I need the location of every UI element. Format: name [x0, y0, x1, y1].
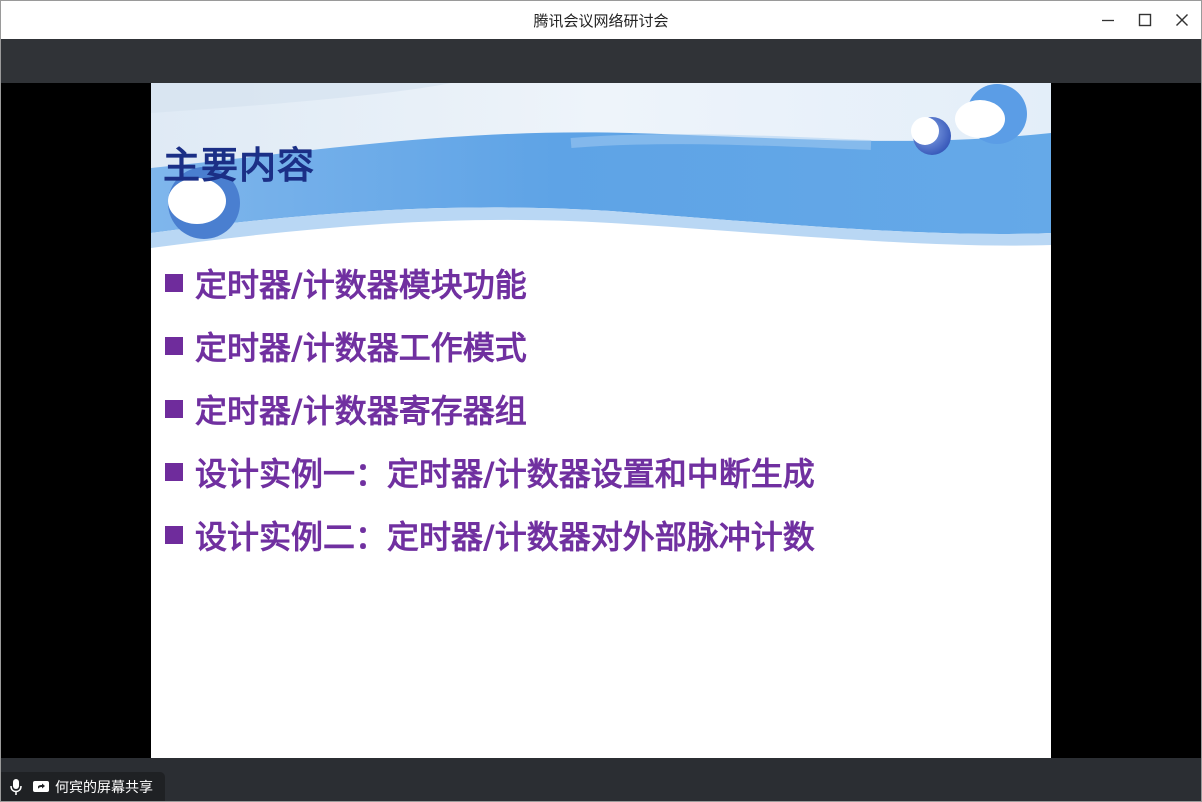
bullet-text: 设计实例二：定时器/计数器对外部脉冲计数: [195, 517, 815, 556]
close-button[interactable]: [1163, 1, 1201, 39]
bullet-text: 设计实例一：定时器/计数器设置和中断生成: [195, 454, 815, 493]
bottom-status-bar: 何宾的屏幕共享: [1, 758, 1201, 801]
maximize-icon: [1138, 13, 1152, 27]
meeting-toolbar: [1, 39, 1201, 83]
presentation-slide: 主要内容 定时器/计数器模块功能 定时器/计数器工作模式 定时器/计数器寄存器组…: [151, 83, 1051, 758]
bullet-item: 定时器/计数器工作模式: [165, 314, 815, 377]
bullet-item: 定时器/计数器模块功能: [165, 251, 815, 314]
meeting-window: 腾讯会议网络研讨会 主要内容 定时器/计数器模块功能 定时器/计数器工作模式 定…: [0, 0, 1202, 802]
slide-title: 主要内容: [163, 144, 315, 187]
title-bar: 腾讯会议网络研讨会: [1, 1, 1201, 39]
bullet-item: 设计实例一：定时器/计数器设置和中断生成: [165, 440, 815, 503]
bullet-item: 设计实例二：定时器/计数器对外部脉冲计数: [165, 503, 815, 566]
screen-share-label: 何宾的屏幕共享: [55, 780, 153, 796]
window-title: 腾讯会议网络研讨会: [533, 12, 669, 30]
bullet-square-icon: [165, 462, 183, 481]
bullet-square-icon: [165, 336, 183, 355]
bullet-item: 定时器/计数器寄存器组: [165, 377, 815, 440]
bullet-text: 定时器/计数器模块功能: [195, 265, 527, 304]
minimize-icon: [1102, 19, 1114, 22]
microphone-icon[interactable]: [6, 777, 26, 797]
bullet-square-icon: [165, 525, 183, 544]
bullet-square-icon: [165, 399, 183, 418]
screen-share-icon: [31, 777, 51, 797]
screen-share-badge[interactable]: 何宾的屏幕共享: [1, 772, 165, 801]
bullet-text: 定时器/计数器寄存器组: [195, 391, 527, 430]
bullet-square-icon: [165, 273, 183, 292]
slide-bullet-list: 定时器/计数器模块功能 定时器/计数器工作模式 定时器/计数器寄存器组 设计实例…: [165, 251, 815, 566]
close-icon: [1176, 14, 1188, 26]
maximize-button[interactable]: [1126, 1, 1164, 39]
screen-share-area: 主要内容 定时器/计数器模块功能 定时器/计数器工作模式 定时器/计数器寄存器组…: [1, 83, 1201, 758]
minimize-button[interactable]: [1089, 1, 1127, 39]
bullet-text: 定时器/计数器工作模式: [195, 328, 527, 367]
